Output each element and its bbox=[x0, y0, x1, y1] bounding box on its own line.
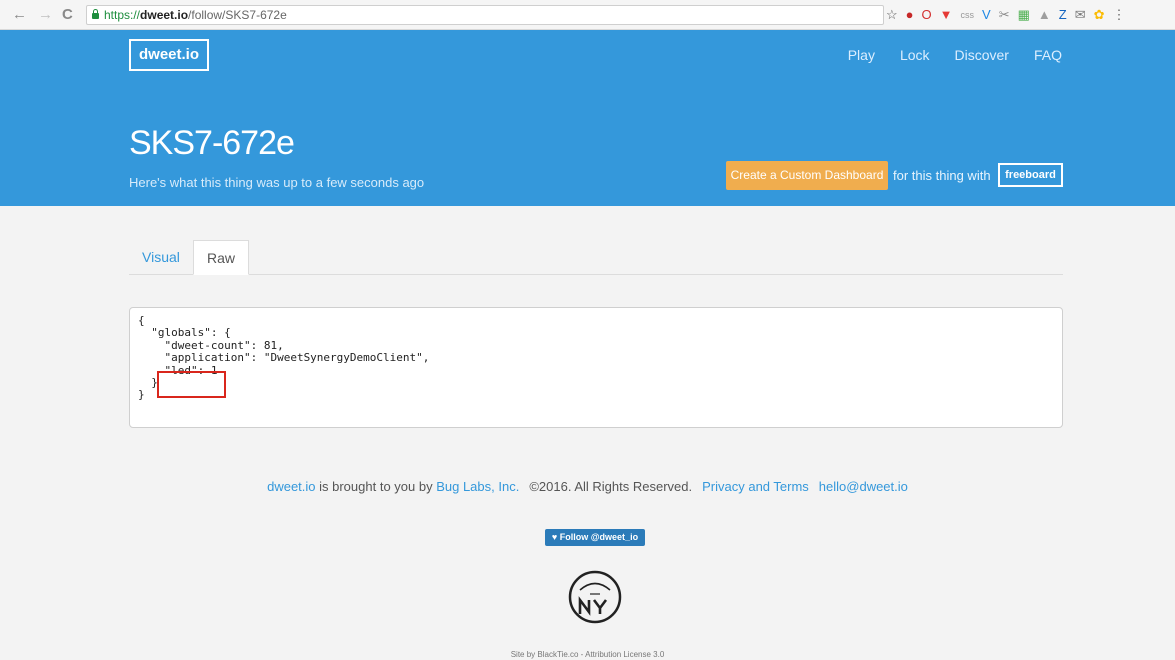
raw-json-panel: { "globals": { "dweet-count": 81, "appli… bbox=[129, 307, 1063, 428]
cta-tail-text: for this thing with bbox=[893, 168, 991, 183]
extension-8-icon[interactable]: ▲ bbox=[1038, 7, 1051, 23]
browser-toolbar: ← → C https://dweet.io/follow/SKS7-672e … bbox=[0, 0, 1175, 30]
extension-1-icon[interactable]: ● bbox=[906, 7, 914, 23]
footer-brought-by: is brought to you by bbox=[315, 479, 437, 494]
extension-12-icon[interactable]: ⋮ bbox=[1113, 7, 1126, 23]
extension-5-icon[interactable]: V bbox=[982, 7, 991, 23]
lock-icon bbox=[92, 9, 99, 19]
extension-4-icon[interactable]: css bbox=[961, 7, 975, 23]
reload-icon[interactable]: C bbox=[62, 6, 73, 24]
footer-brand-link[interactable]: dweet.io bbox=[267, 479, 315, 494]
footer-copyright: ©2016. All Rights Reserved. bbox=[529, 479, 693, 494]
page-header: dweet.io Play Lock Discover FAQ SKS7-672… bbox=[0, 30, 1175, 206]
top-nav: Play Lock Discover FAQ bbox=[848, 47, 1062, 63]
twitter-follow-button[interactable]: ♥ Follow @dweet_io bbox=[545, 529, 645, 546]
extension-6-icon[interactable]: ✂ bbox=[999, 7, 1010, 23]
nav-discover[interactable]: Discover bbox=[955, 47, 1009, 63]
create-dashboard-button[interactable]: Create a Custom Dashboard bbox=[726, 161, 888, 190]
back-arrow-icon[interactable]: ← bbox=[12, 6, 27, 24]
extension-3-icon[interactable]: ▼ bbox=[940, 7, 953, 23]
footer-privacy-link[interactable]: Privacy and Terms bbox=[702, 479, 809, 494]
tab-raw[interactable]: Raw bbox=[193, 240, 250, 275]
nav-faq[interactable]: FAQ bbox=[1034, 47, 1062, 63]
url-path: /follow/SKS7-672e bbox=[188, 8, 287, 22]
footer-company-link[interactable]: Bug Labs, Inc. bbox=[436, 479, 519, 494]
site-logo[interactable]: dweet.io bbox=[129, 39, 209, 71]
url-host: dweet.io bbox=[140, 8, 189, 22]
address-bar[interactable]: https://dweet.io/follow/SKS7-672e bbox=[86, 5, 884, 25]
footer-text: dweet.io is brought to you by Bug Labs, … bbox=[0, 479, 1175, 494]
extension-11-icon[interactable]: ✿ bbox=[1094, 7, 1105, 23]
forward-arrow-icon[interactable]: → bbox=[38, 6, 53, 24]
extension-7-icon[interactable]: ▦ bbox=[1018, 7, 1030, 23]
nav-play[interactable]: Play bbox=[848, 47, 875, 63]
extension-9-icon[interactable]: Z bbox=[1059, 7, 1067, 23]
view-tabs: Visual Raw bbox=[129, 240, 1063, 275]
footer-email-link[interactable]: hello@dweet.io bbox=[819, 479, 908, 494]
tab-visual[interactable]: Visual bbox=[129, 240, 193, 274]
led-highlight-box bbox=[157, 371, 226, 398]
extension-10-icon[interactable]: ✉ bbox=[1075, 7, 1086, 23]
made-in-ny-badge-icon bbox=[565, 568, 625, 631]
page-title: SKS7-672e bbox=[129, 124, 295, 162]
url-scheme: https:// bbox=[104, 8, 141, 22]
nav-lock[interactable]: Lock bbox=[900, 47, 930, 63]
page-subtitle: Here's what this thing was up to a few s… bbox=[129, 175, 425, 190]
twitter-follow-label: Follow @dweet_io bbox=[559, 532, 639, 542]
extension-0-icon[interactable]: ☆ bbox=[886, 7, 898, 23]
extension-2-icon[interactable]: O bbox=[922, 7, 932, 23]
site-credit: Site by BlackTie.co - Attribution Licens… bbox=[510, 650, 665, 659]
extension-bar: ☆ ● O ▼ css V ✂ ▦ ▲ Z ✉ ✿ ⋮ bbox=[886, 5, 1126, 25]
twitter-bird-icon: ♥ bbox=[551, 532, 560, 542]
freeboard-button[interactable]: freeboard bbox=[998, 163, 1063, 187]
